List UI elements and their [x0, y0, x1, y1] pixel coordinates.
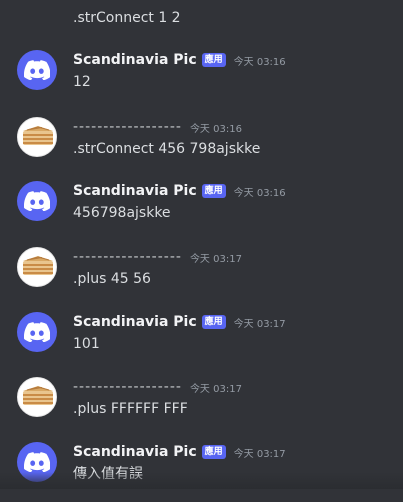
wafer-cake-icon — [23, 386, 53, 405]
timestamp[interactable]: 今天 03:17 — [190, 250, 242, 265]
username[interactable]: Scandinavia Pic — [73, 314, 197, 330]
bottom-fade — [0, 472, 403, 489]
message-content: .plus FFFFFF FFF — [73, 401, 188, 417]
message-item: ------------------ 今天 03:16 .strConnect … — [0, 117, 403, 177]
timestamp[interactable]: 今天 03:17 — [234, 445, 286, 460]
message-header: Scandinavia Pic 應用 今天 03:16 — [73, 181, 286, 201]
username[interactable]: ------------------ — [73, 379, 182, 395]
discord-logo-icon — [24, 322, 50, 342]
app-badge: 應用 — [201, 53, 226, 67]
username[interactable]: Scandinavia Pic — [73, 444, 197, 460]
wafer-cake-icon — [23, 256, 53, 275]
avatar[interactable] — [17, 312, 57, 352]
username[interactable]: ------------------ — [73, 119, 182, 135]
message-content: .strConnect 1 2 — [73, 10, 181, 26]
message-content: .plus 45 56 — [73, 271, 151, 287]
avatar[interactable] — [17, 181, 57, 221]
message-content: 101 — [73, 336, 100, 352]
wafer-cake-icon — [23, 126, 53, 145]
message-content: 456798ajskke — [73, 205, 171, 221]
avatar[interactable] — [17, 117, 57, 157]
username[interactable]: ------------------ — [73, 249, 182, 265]
message-header: ------------------ 今天 03:16 — [73, 117, 242, 137]
username[interactable]: Scandinavia Pic — [73, 52, 197, 68]
timestamp[interactable]: 今天 03:16 — [234, 184, 286, 199]
message-content: 12 — [73, 74, 91, 90]
message-header: ------------------ 今天 03:17 — [73, 377, 242, 397]
message-header: Scandinavia Pic 應用 今天 03:17 — [73, 312, 286, 332]
message-header: ------------------ 今天 03:17 — [73, 247, 242, 267]
app-badge: 應用 — [201, 445, 226, 459]
message-item: ------------------ 今天 03:17 .plus 45 56 — [0, 247, 403, 307]
app-badge: 應用 — [201, 315, 226, 329]
message-item: Scandinavia Pic 應用 今天 03:16 456798ajskke — [0, 181, 403, 241]
message-header: Scandinavia Pic 應用 今天 03:16 — [73, 50, 286, 70]
username[interactable]: Scandinavia Pic — [73, 183, 197, 199]
timestamp[interactable]: 今天 03:16 — [234, 53, 286, 68]
app-badge: 應用 — [201, 184, 226, 198]
chat-messages: .strConnect 1 2 Scandinavia Pic 應用 今天 03… — [0, 0, 403, 489]
avatar[interactable] — [17, 247, 57, 287]
discord-logo-icon — [24, 452, 50, 472]
discord-logo-icon — [24, 191, 50, 211]
avatar[interactable] — [17, 50, 57, 90]
timestamp[interactable]: 今天 03:17 — [190, 380, 242, 395]
avatar[interactable] — [17, 377, 57, 417]
message-item: Scandinavia Pic 應用 今天 03:16 12 — [0, 50, 403, 110]
message-item: Scandinavia Pic 應用 今天 03:17 101 — [0, 312, 403, 372]
discord-logo-icon — [24, 60, 50, 80]
message-content: .strConnect 456 798ajskke — [73, 141, 261, 157]
timestamp[interactable]: 今天 03:16 — [190, 120, 242, 135]
message-header: Scandinavia Pic 應用 今天 03:17 — [73, 442, 286, 462]
timestamp[interactable]: 今天 03:17 — [234, 315, 286, 330]
message-item: ------------------ 今天 03:17 .plus FFFFFF… — [0, 377, 403, 437]
